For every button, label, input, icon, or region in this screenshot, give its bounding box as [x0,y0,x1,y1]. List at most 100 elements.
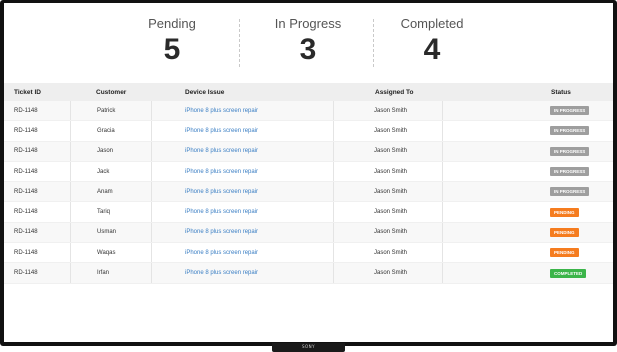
cell-status: COMPLETED [550,263,587,282]
column-divider [70,182,71,202]
column-divider [442,263,443,283]
column-divider [333,101,334,121]
cell-status: IN PROGRESS [550,142,590,161]
stat-pending: Pending 5 [107,16,237,67]
column-divider [151,243,152,263]
device-issue-link[interactable]: iPhone 8 plus screen repair [185,223,258,242]
table-row[interactable]: RD-1148 Gracia iPhone 8 plus screen repa… [4,121,613,142]
column-divider [70,121,71,141]
table-row[interactable]: RD-1148 Irfan iPhone 8 plus screen repai… [4,263,613,284]
header-device-issue[interactable]: Device Issue [185,83,224,101]
column-divider [151,101,152,121]
cell-assigned-to: Jason Smith [374,209,408,216]
table-row[interactable]: RD-1148 Anam iPhone 8 plus screen repair… [4,182,613,203]
column-divider [151,121,152,141]
device-issue-link[interactable]: iPhone 8 plus screen repair [185,162,258,181]
stat-pending-value: 5 [163,33,181,66]
column-divider [442,101,443,121]
status-badge: COMPLETED [550,268,587,278]
dashboard-screen: Pending 5 In Progress 3 Completed 4 Tick… [4,3,613,342]
cell-customer: Jason [97,148,114,155]
cell-customer: Waqas [97,249,116,256]
cell-ticket-id: RD-1148 [14,249,38,256]
stat-completed-value: 4 [423,33,441,66]
cell-assigned-to: Jason Smith [374,127,408,134]
column-divider [70,101,71,121]
status-badge: IN PROGRESS [550,146,590,156]
cell-ticket-id: RD-1148 [14,229,38,236]
header-customer[interactable]: Customer [96,83,126,101]
table-row[interactable]: RD-1148 Tariq iPhone 8 plus screen repai… [4,202,613,223]
device-issue-link[interactable]: iPhone 8 plus screen repair [185,142,258,161]
cell-assigned-to: Jason Smith [374,148,408,155]
column-divider [333,141,334,161]
cell-assigned-to: Jason Smith [374,188,408,195]
cell-customer: Usman [97,229,117,236]
stat-completed-label: Completed [400,16,464,31]
cell-customer: Tariq [97,209,111,216]
monitor-stand: SONY [272,343,345,352]
cell-status: IN PROGRESS [550,101,590,120]
column-divider [333,222,334,243]
column-divider [442,141,443,161]
table-row[interactable]: RD-1148 Jason iPhone 8 plus screen repai… [4,141,613,162]
cell-ticket-id: RD-1148 [14,188,38,195]
column-divider [333,121,334,141]
stat-divider [239,19,240,67]
stats-summary: Pending 5 In Progress 3 Completed 4 [4,3,613,79]
cell-assigned-to: Jason Smith [374,270,408,277]
cell-ticket-id: RD-1148 [14,107,38,114]
header-ticket-id[interactable]: Ticket ID [14,83,41,101]
column-divider [151,182,152,202]
column-divider [333,263,334,283]
device-issue-link[interactable]: iPhone 8 plus screen repair [185,101,258,120]
stat-in-progress: In Progress 3 [243,16,373,67]
column-divider [151,263,152,283]
cell-ticket-id: RD-1148 [14,127,38,134]
cell-assigned-to: Jason Smith [374,168,408,175]
cell-status: IN PROGRESS [550,182,590,201]
column-divider [442,161,443,182]
cell-assigned-to: Jason Smith [374,107,408,114]
status-badge: IN PROGRESS [550,187,590,197]
stat-in-progress-label: In Progress [274,16,342,31]
table-row[interactable]: RD-1148 Usman iPhone 8 plus screen repai… [4,222,613,244]
column-divider [333,182,334,202]
cell-customer: Jack [97,168,110,175]
device-issue-link[interactable]: iPhone 8 plus screen repair [185,121,258,140]
column-divider [70,161,71,182]
cell-assigned-to: Jason Smith [374,229,408,236]
cell-ticket-id: RD-1148 [14,168,38,175]
device-issue-link[interactable]: iPhone 8 plus screen repair [185,243,258,262]
stat-completed: Completed 4 [367,16,497,67]
column-divider [442,202,443,222]
cell-ticket-id: RD-1148 [14,209,38,216]
cell-ticket-id: RD-1148 [14,148,38,155]
status-badge: IN PROGRESS [550,167,590,177]
table-row[interactable]: RD-1148 Patrick iPhone 8 plus screen rep… [4,101,613,122]
cell-status: PENDING [550,243,579,262]
column-divider [70,222,71,243]
column-divider [442,182,443,202]
column-divider [151,222,152,243]
device-issue-link[interactable]: iPhone 8 plus screen repair [185,263,258,282]
cell-ticket-id: RD-1148 [14,270,38,277]
cell-status: PENDING [550,223,579,242]
table-row[interactable]: RD-1148 Waqas iPhone 8 plus screen repai… [4,243,613,264]
cell-status: PENDING [550,202,579,221]
column-divider [70,263,71,283]
device-issue-link[interactable]: iPhone 8 plus screen repair [185,202,258,221]
table-header-row: Ticket ID Customer Device Issue Assigned… [4,83,613,101]
cell-status: IN PROGRESS [550,162,590,181]
column-divider [151,202,152,222]
table-row[interactable]: RD-1148 Jack iPhone 8 plus screen repair… [4,161,613,183]
header-status[interactable]: Status [551,83,571,101]
column-divider [442,121,443,141]
header-assigned-to[interactable]: Assigned To [375,83,414,101]
device-issue-link[interactable]: iPhone 8 plus screen repair [185,182,258,201]
stat-in-progress-value: 3 [299,33,317,66]
cell-customer: Gracia [97,127,115,134]
cell-status: IN PROGRESS [550,121,590,140]
stat-pending-label: Pending [148,16,196,31]
cell-customer: Irfan [97,270,110,277]
